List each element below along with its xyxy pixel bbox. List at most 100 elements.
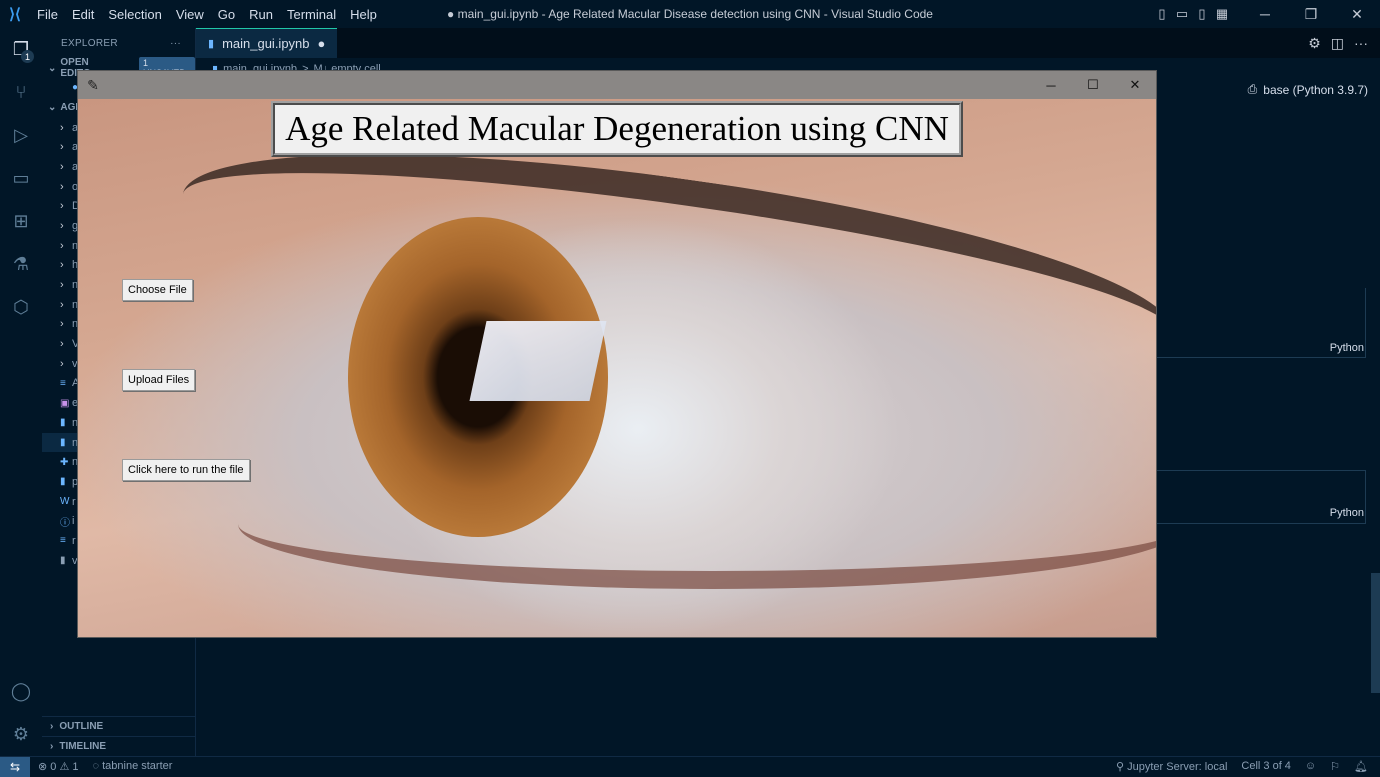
outline-section[interactable]: › OUTLINE	[42, 716, 196, 736]
cell-language-label[interactable]: Python	[1330, 507, 1364, 519]
tk-minimize-button[interactable]: ─	[1030, 71, 1072, 99]
chevron-right-icon: ›	[60, 181, 72, 193]
kernel-picker[interactable]: ⎙ base (Python 3.9.7)	[1248, 82, 1368, 97]
source-control-icon[interactable]: ⑂	[0, 71, 42, 114]
chevron-right-icon: ›	[60, 161, 72, 173]
editor-actions: ⚙ ◫ ···	[1308, 35, 1380, 52]
menu-go[interactable]: Go	[211, 7, 242, 22]
app-heading: Age Related Macular Degeneration using C…	[271, 101, 963, 157]
file-icon: ▮	[60, 555, 72, 566]
menu-edit[interactable]: Edit	[65, 7, 101, 22]
chevron-right-icon: ›	[60, 279, 72, 291]
chevron-right-icon: ›	[60, 259, 72, 271]
explorer-title: EXPLORER	[61, 38, 118, 49]
testing-icon[interactable]: ⚗	[0, 243, 42, 286]
editor-scrollbar[interactable]	[1371, 573, 1380, 693]
status-left: ⊗ 0 ⚠ 1 ◌ tabnine starter	[30, 760, 172, 773]
copilot-icon[interactable]: ☺	[1305, 760, 1316, 773]
tabnine-status[interactable]: ◌ tabnine starter	[93, 760, 173, 773]
run-debug-icon[interactable]: ▷	[0, 114, 42, 157]
chevron-right-icon: ›	[60, 338, 72, 350]
notebook-file-icon: ▮	[60, 476, 72, 487]
status-bar: ⇆ ⊗ 0 ⚠ 1 ◌ tabnine starter ⚲ Jupyter Se…	[0, 756, 1380, 776]
jupyter-label: Jupyter Server: local	[1127, 761, 1227, 773]
outline-label: OUTLINE	[59, 721, 103, 732]
kernel-label: base (Python 3.9.7)	[1263, 83, 1368, 97]
notifications-bell-icon[interactable]: 🔔︎	[1354, 760, 1368, 773]
eye-background-image: Age Related Macular Degeneration using C…	[78, 99, 1156, 637]
remote-indicator-icon[interactable]: ⇆	[0, 757, 30, 777]
customize-layout-icon[interactable]: ▦	[1212, 0, 1232, 28]
notebook-file-icon: ▮	[60, 437, 72, 448]
manage-gear-icon[interactable]: ⚙	[0, 713, 42, 756]
explorer-icon[interactable]: ❐1	[0, 28, 42, 71]
chevron-down-icon: ⌄	[48, 102, 56, 113]
tree-label: r	[72, 535, 76, 547]
toggle-secondary-sidebar-icon[interactable]: ▯	[1192, 0, 1212, 28]
menu-selection[interactable]: Selection	[101, 7, 168, 22]
unsaved-dot-icon[interactable]: ●	[318, 36, 326, 51]
menu-view[interactable]: View	[169, 7, 211, 22]
more-actions-icon[interactable]: ···	[1354, 35, 1368, 52]
chevron-right-icon: ›	[60, 200, 72, 212]
menu-help[interactable]: Help	[343, 7, 384, 22]
feather-icon: ✎	[78, 77, 108, 94]
tk-close-button[interactable]: ✕	[1114, 71, 1156, 99]
packages-icon[interactable]: ⬡	[0, 286, 42, 329]
menu-terminal[interactable]: Terminal	[280, 7, 343, 22]
accounts-icon[interactable]: ◯	[0, 670, 42, 713]
timeline-section[interactable]: › TIMELINE	[42, 736, 196, 756]
tk-title-bar[interactable]: ✎ ─ ☐ ✕	[78, 71, 1156, 99]
upload-files-button[interactable]: Upload Files	[122, 369, 195, 391]
eyelid-shape	[238, 459, 1156, 589]
tab-bar: ▮ main_gui.ipynb ● ⚙ ◫ ···	[196, 28, 1380, 58]
chevron-right-icon: ›	[60, 122, 72, 134]
explorer-badge: 1	[21, 50, 34, 63]
chevron-right-icon: ›	[60, 318, 72, 330]
explorer-more-icon[interactable]: ···	[170, 38, 181, 49]
cell-language-label[interactable]: Python	[1330, 342, 1364, 354]
jupyter-server-status[interactable]: ⚲ Jupyter Server: local	[1116, 760, 1227, 773]
tree-label: i	[72, 515, 74, 527]
vscode-logo-icon: ⟩⟨	[0, 0, 30, 28]
menu-bar: File Edit Selection View Go Run Terminal…	[30, 7, 384, 22]
run-file-button[interactable]: Click here to run the file	[122, 459, 250, 481]
toggle-panel-icon[interactable]: ▭	[1172, 0, 1192, 28]
extensions-icon[interactable]: ⊞	[0, 200, 42, 243]
warnings-count: ⚠ 1	[59, 761, 78, 773]
menu-run[interactable]: Run	[242, 7, 280, 22]
notebook-file-icon: ▮	[208, 37, 214, 50]
chevron-right-icon: ›	[50, 721, 53, 732]
folder-label: AGI	[60, 102, 78, 113]
errors-count: ⊗ 0	[38, 761, 56, 773]
chevron-right-icon: ›	[60, 240, 72, 252]
explorer-header: EXPLORER ···	[42, 28, 195, 58]
title-bar: ⟩⟨ File Edit Selection View Go Run Termi…	[0, 0, 1380, 28]
notebook-file-icon: ▮	[60, 417, 72, 428]
chevron-right-icon: ›	[60, 358, 72, 370]
remote-explorer-icon[interactable]: ▭	[0, 157, 42, 200]
toggle-sidebar-icon[interactable]: ▯	[1152, 0, 1172, 28]
tk-app-window: ✎ ─ ☐ ✕ Age Related Macular Degeneration…	[77, 70, 1157, 638]
choose-file-button[interactable]: Choose File	[122, 279, 193, 301]
python-file-icon: ✚	[60, 457, 72, 468]
tk-maximize-button[interactable]: ☐	[1072, 71, 1114, 99]
feedback-icon[interactable]: ⚐	[1330, 760, 1340, 773]
image-file-icon: ▣	[60, 398, 72, 409]
restore-button[interactable]: ❐	[1288, 0, 1334, 28]
text-file-icon: ≡	[60, 378, 72, 389]
chevron-right-icon: ›	[60, 299, 72, 311]
tree-label: r	[72, 496, 76, 508]
settings-gear-icon[interactable]: ⚙	[1308, 35, 1321, 52]
word-file-icon: W	[60, 496, 72, 507]
menu-file[interactable]: File	[30, 7, 65, 22]
tabnine-label: tabnine starter	[102, 760, 172, 772]
tab-label: main_gui.ipynb	[222, 36, 309, 51]
close-button[interactable]: ✕	[1334, 0, 1380, 28]
tab-main-gui[interactable]: ▮ main_gui.ipynb ●	[196, 28, 337, 58]
split-editor-icon[interactable]: ◫	[1331, 35, 1344, 52]
text-file-icon: ≡	[60, 535, 72, 546]
minimize-button[interactable]: ─	[1242, 0, 1288, 28]
cell-position[interactable]: Cell 3 of 4	[1241, 760, 1291, 773]
errors-indicator[interactable]: ⊗ 0 ⚠ 1	[38, 760, 79, 773]
